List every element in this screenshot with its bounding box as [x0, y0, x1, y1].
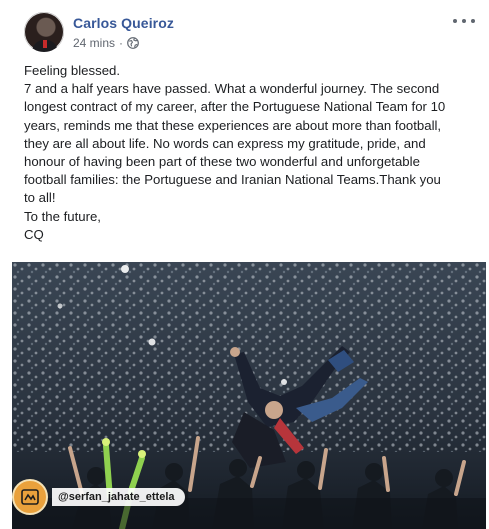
post-line: years, reminds me that these experiences… — [24, 117, 442, 133]
avatar-tie — [43, 40, 47, 48]
post-text: Feeling blessed. 7 and a half years have… — [24, 62, 480, 244]
post-meta: 24 mins · — [73, 36, 139, 50]
more-dot — [462, 19, 466, 23]
post-line: longest contract of my career, after the… — [24, 99, 446, 115]
post-line: they are all about life. No words can ex… — [24, 135, 426, 151]
meta-separator: · — [119, 36, 124, 50]
globe-icon[interactable] — [127, 37, 139, 49]
post-line: football families: the Portuguese and Ir… — [24, 172, 441, 188]
post-line: to all! — [24, 190, 56, 206]
channel-logo-icon — [12, 479, 48, 515]
channel-logo-mark — [21, 489, 39, 505]
post-header: Carlos Queiroz 24 mins · — [24, 12, 477, 56]
post-line: 7 and a half years have passed. What a w… — [24, 81, 440, 97]
facebook-post: Carlos Queiroz 24 mins · Feeling blessed… — [0, 0, 489, 529]
author-name[interactable]: Carlos Queiroz — [73, 15, 174, 31]
more-dot — [453, 19, 457, 23]
post-line: honour of having been part of these two … — [24, 154, 420, 170]
post-line: Feeling blessed. — [24, 63, 121, 78]
more-dot — [471, 19, 475, 23]
more-options-icon[interactable] — [453, 14, 475, 28]
post-timestamp[interactable]: 24 mins — [73, 36, 115, 50]
post-line: CQ — [24, 226, 44, 242]
watermark-handle: @serfan_jahate_ettela — [52, 488, 185, 506]
post-photo[interactable]: @serfan_jahate_ettela — [12, 262, 486, 529]
post-line: To the future, — [24, 208, 101, 224]
watermark-badge: @serfan_jahate_ettela — [12, 479, 185, 515]
author-avatar[interactable] — [24, 12, 64, 52]
